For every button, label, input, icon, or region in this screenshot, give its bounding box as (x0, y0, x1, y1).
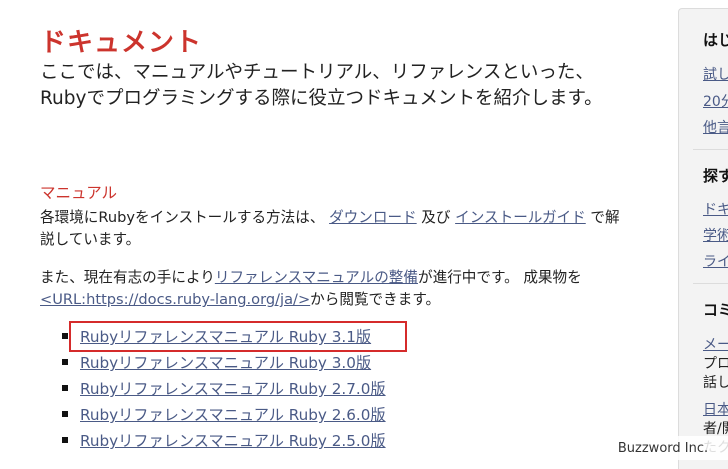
sidebar-link-other-lang[interactable]: 他言 (703, 117, 728, 137)
bullet-icon (62, 385, 68, 391)
reference-link-2-6-0[interactable]: Rubyリファレンスマニュアル Ruby 2.6.0版 (80, 403, 386, 425)
sidebar-heading-start: はじ (703, 31, 728, 49)
sidebar-divider (693, 149, 728, 150)
reference-manual-list: Rubyリファレンスマニュアル Ruby 3.1版 Rubyリファレンスマニュア… (40, 321, 407, 453)
page-title: ドキュメント (40, 28, 203, 58)
sidebar-text: 者/開 (703, 421, 728, 437)
install-paragraph: 各環境にRubyをインストールする方法は、 ダウンロード 及び インストールガイ… (40, 207, 630, 251)
install-guide-link[interactable]: インストールガイド (455, 209, 586, 226)
sidebar-text: プロ (703, 356, 728, 372)
reference-maintenance-link[interactable]: リファレンスマニュアルの整備 (215, 269, 418, 286)
bullet-icon (62, 333, 68, 339)
reference-text-middle: が進行中です。 成果物を (418, 269, 582, 286)
install-text-middle: 及び (416, 209, 456, 226)
sidebar-heading-explore: 探す (703, 167, 728, 185)
reference-text-prefix: また、現在有志の手により (40, 269, 215, 286)
bullet-icon (62, 411, 68, 417)
sidebar-link-try[interactable]: 試し (703, 64, 728, 84)
page-lead: ここでは、マニュアルやチュートリアル、リファレンスといった、 Rubyでプログラ… (40, 62, 603, 109)
reference-link-2-7-0[interactable]: Rubyリファレンスマニュアル Ruby 2.7.0版 (80, 377, 386, 399)
sidebar-link-academic[interactable]: 学術 (703, 225, 728, 245)
list-item: Rubyリファレンスマニュアル Ruby 2.7.0版 (40, 375, 386, 401)
download-link[interactable]: ダウンロード (329, 209, 417, 226)
sidebar-link-japan[interactable]: 日本 (703, 399, 728, 419)
sidebar: はじ 試し 20分 他言 探す ドキ 学術 ライ コミ メー プロ 話し 日本 … (678, 8, 728, 469)
list-item: Rubyリファレンスマニュアル Ruby 2.6.0版 (40, 401, 386, 427)
sidebar-link-20min[interactable]: 20分 (703, 91, 728, 111)
bullet-icon (62, 359, 68, 365)
reference-text-suffix: から閲覧できます。 (310, 291, 441, 308)
install-text-prefix: 各環境にRubyをインストールする方法は、 (40, 209, 330, 226)
reference-link-2-5-0[interactable]: Rubyリファレンスマニュアル Ruby 2.5.0版 (80, 429, 386, 451)
watermark: Buzzword Inc. (598, 436, 728, 460)
docs-url-link[interactable]: <URL:https://docs.ruby-lang.org/ja/> (40, 291, 310, 308)
sidebar-link-docs[interactable]: ドキ (703, 199, 728, 219)
reference-paragraph: また、現在有志の手によりリファレンスマニュアルの整備が進行中です。 成果物を <U… (40, 267, 630, 311)
manual-heading: マニュアル (40, 184, 118, 202)
sidebar-link-libraries[interactable]: ライ (703, 251, 728, 271)
sidebar-heading-community: コミ (703, 301, 728, 319)
list-item: Rubyリファレンスマニュアル Ruby 2.5.0版 (40, 427, 386, 453)
list-item: Rubyリファレンスマニュアル Ruby 3.0版 (40, 349, 386, 375)
sidebar-divider (693, 283, 728, 284)
bullet-icon (62, 437, 68, 443)
sidebar-text: 話し (703, 375, 728, 391)
sidebar-link-mailing[interactable]: メー (703, 334, 728, 354)
list-item: Rubyリファレンスマニュアル Ruby 3.1版 (40, 321, 407, 352)
reference-link-3-0[interactable]: Rubyリファレンスマニュアル Ruby 3.0版 (80, 351, 371, 373)
highlight-box (69, 321, 407, 352)
